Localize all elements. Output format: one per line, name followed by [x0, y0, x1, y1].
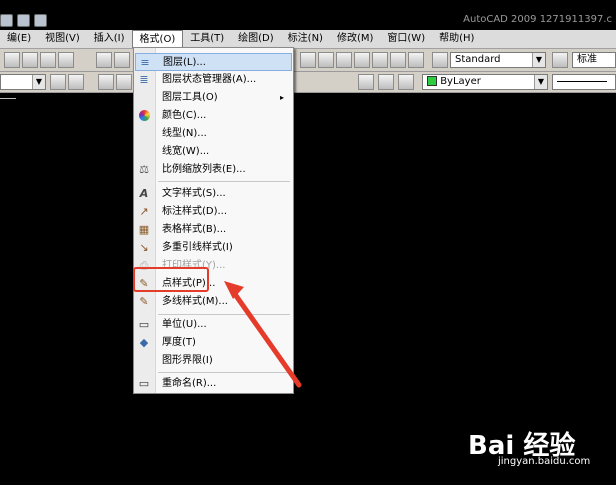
- pointer-arrow: [224, 281, 302, 388]
- watermark-url: jingyan.baidu.com: [498, 456, 591, 467]
